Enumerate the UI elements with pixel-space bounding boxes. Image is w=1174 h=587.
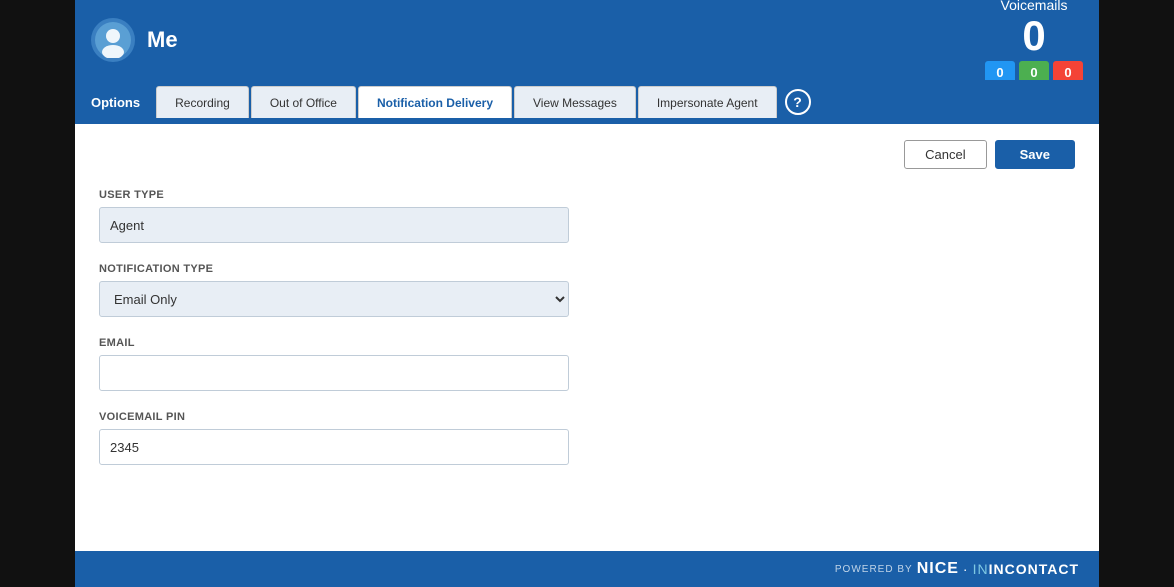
- cancel-button[interactable]: Cancel: [904, 140, 986, 169]
- in-text: in: [973, 561, 989, 577]
- powered-by: POWERED BY NICE · ininContact: [835, 560, 1079, 578]
- user-type-input: [99, 207, 569, 243]
- voicemails-count: 0: [985, 15, 1083, 57]
- email-input[interactable]: [99, 355, 569, 391]
- tab-view-messages[interactable]: View Messages: [514, 86, 636, 118]
- notification-type-label: NOTIFICATION TYPE: [99, 263, 1075, 275]
- email-group: EMAIL: [99, 337, 1075, 391]
- user-type-label: USER TYPE: [99, 189, 1075, 201]
- voicemail-pin-group: VOICEMAIL PIN: [99, 411, 1075, 465]
- tab-notification-delivery[interactable]: Notification Delivery: [358, 86, 512, 118]
- action-bar: Cancel Save: [99, 140, 1075, 169]
- dot-separator: ·: [963, 561, 969, 577]
- tab-out-of-office[interactable]: Out of Office: [251, 86, 356, 118]
- voicemail-pin-label: VOICEMAIL PIN: [99, 411, 1075, 423]
- powered-by-text: POWERED BY: [835, 564, 913, 575]
- voicemails-panel: Voicemails 0 0 0 0: [985, 0, 1083, 83]
- username: Me: [147, 27, 178, 53]
- incontact-text: ininContact: [973, 561, 1079, 577]
- nice-text: NICE: [917, 560, 959, 578]
- header-left: Me: [91, 18, 178, 62]
- email-label: EMAIL: [99, 337, 1075, 349]
- header: Me Voicemails 0 0 0 0: [75, 0, 1099, 80]
- tab-recording[interactable]: Recording: [156, 86, 249, 118]
- tabs-bar: Options Recording Out of Office Notifica…: [75, 80, 1099, 124]
- notification-type-select[interactable]: Email Only SMS Only Email and SMS None: [99, 281, 569, 317]
- content-area: Cancel Save USER TYPE NOTIFICATION TYPE …: [75, 124, 1099, 551]
- save-button[interactable]: Save: [995, 140, 1075, 169]
- tab-impersonate-agent[interactable]: Impersonate Agent: [638, 86, 777, 118]
- contact-text: inContact: [989, 561, 1079, 577]
- voicemail-pin-input[interactable]: [99, 429, 569, 465]
- user-type-group: USER TYPE: [99, 189, 1075, 243]
- options-label: Options: [75, 80, 156, 124]
- avatar: [91, 18, 135, 62]
- notification-type-group: NOTIFICATION TYPE Email Only SMS Only Em…: [99, 263, 1075, 317]
- footer: POWERED BY NICE · ininContact: [75, 551, 1099, 587]
- help-button[interactable]: ?: [785, 89, 811, 115]
